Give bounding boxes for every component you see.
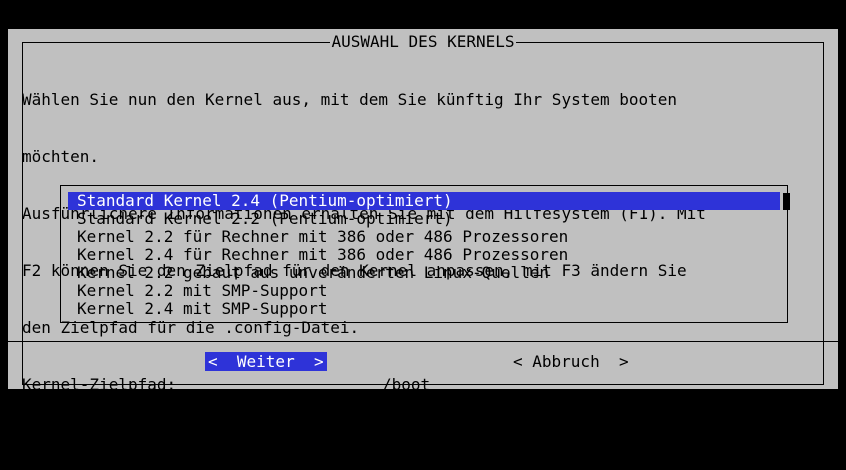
config-path-label: Ziel für .config-Datei: xyxy=(22,432,244,451)
list-item[interactable]: Kernel 2.4 mit SMP-Support xyxy=(68,300,780,318)
config-path-row: Ziel für .config-Datei: /usr/src/linux xyxy=(22,432,822,451)
list-item[interactable]: Standard Kernel 2.4 (Pentium-optimiert) xyxy=(68,192,780,210)
kernel-path-label: Kernel-Zielpfad: xyxy=(22,375,177,394)
list-item[interactable]: Standard Kernel 2.2 (Pentium-optimiert) xyxy=(68,210,780,228)
kernel-path-value: /boot xyxy=(382,375,431,394)
weiter-button[interactable]: < Weiter > xyxy=(205,352,327,371)
description-line: Wählen Sie nun den Kernel aus, mit dem S… xyxy=(22,90,678,109)
dialog-title-text: AUSWAHL DES KERNELS xyxy=(330,32,516,51)
list-item[interactable]: Kernel 2.2 gebaut aus unveränderten Linu… xyxy=(68,264,780,282)
list-item[interactable]: Kernel 2.2 für Rechner mit 386 oder 486 … xyxy=(68,228,780,246)
dialog-title: AUSWAHL DES KERNELS xyxy=(0,32,846,51)
description-line: möchten. xyxy=(22,147,100,166)
kernel-list[interactable]: Standard Kernel 2.4 (Pentium-optimiert) … xyxy=(68,192,780,318)
abbruch-button[interactable]: < Abbruch > xyxy=(513,352,629,371)
button-separator xyxy=(8,341,838,342)
kernel-path-row: Kernel-Zielpfad: /boot xyxy=(22,375,822,394)
list-cursor-block xyxy=(783,193,790,210)
config-path-value: /usr/src/linux xyxy=(312,432,447,451)
list-item[interactable]: Kernel 2.4 für Rechner mit 386 oder 486 … xyxy=(68,246,780,264)
list-item[interactable]: Kernel 2.2 mit SMP-Support xyxy=(68,282,780,300)
